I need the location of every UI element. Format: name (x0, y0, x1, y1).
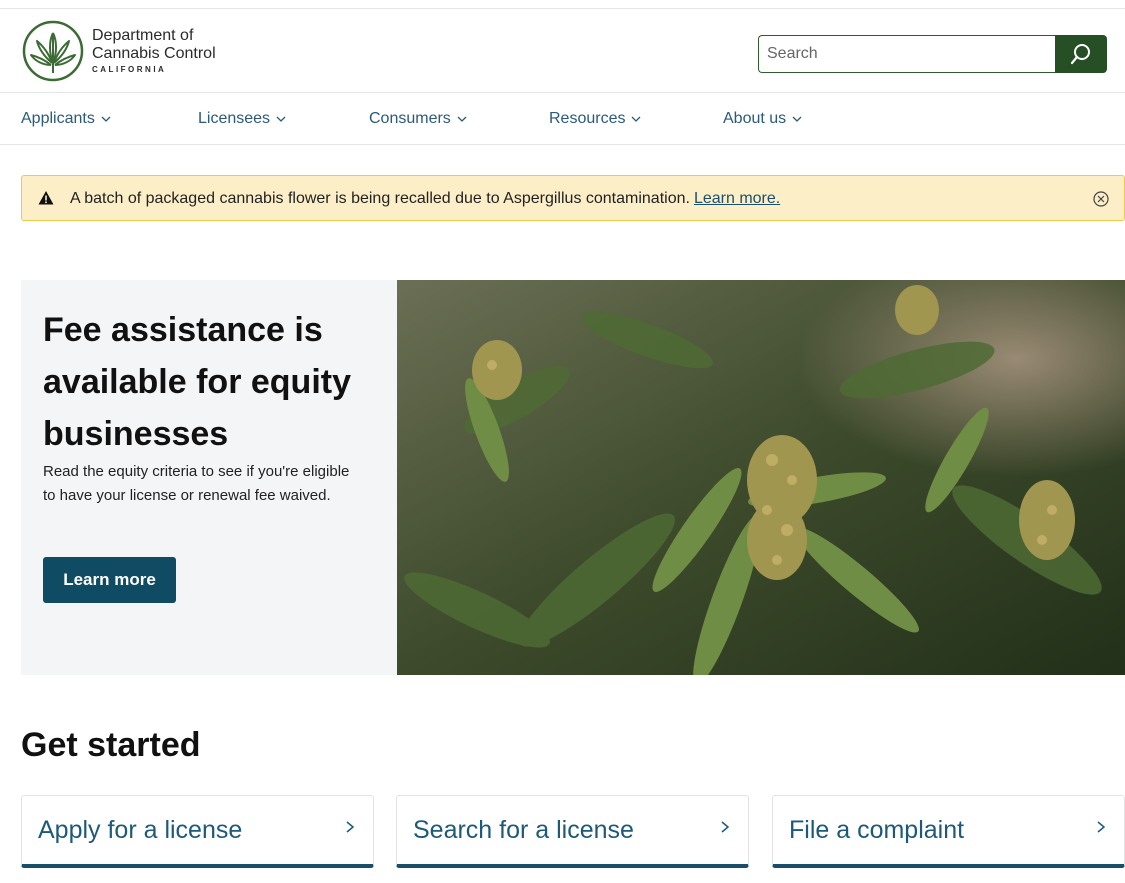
chevron-down-icon (276, 116, 286, 122)
chevron-down-icon (101, 116, 111, 122)
chevron-right-icon (346, 821, 355, 833)
alert-message-text: A batch of packaged cannabis flower is b… (70, 190, 690, 207)
cannabis-plants-image (397, 280, 1125, 675)
card-apply-for-license[interactable]: Apply for a license (21, 795, 374, 868)
nav-item-applicants[interactable]: Applicants (21, 110, 111, 128)
search-icon (1070, 44, 1090, 65)
hero-learn-more-button[interactable]: Learn more (43, 557, 176, 603)
nav-item-resources[interactable]: Resources (549, 110, 641, 128)
get-started-heading: Get started (21, 726, 201, 764)
chevron-down-icon (792, 116, 802, 122)
nav-item-licensees[interactable]: Licensees (198, 110, 286, 128)
search-bar (758, 35, 1107, 73)
hero-section: Fee assistance is available for equity b… (21, 280, 1125, 675)
alert-learn-more-link[interactable]: Learn more. (694, 190, 780, 207)
site-header: Department of Cannabis Control CALIFORNI… (0, 9, 1125, 93)
nav-item-label: Licensees (198, 110, 271, 127)
close-icon[interactable] (1092, 190, 1110, 208)
hero-text-panel: Fee assistance is available for equity b… (21, 280, 397, 675)
card-label: Search for a license (413, 816, 634, 844)
nav-item-consumers[interactable]: Consumers (369, 110, 467, 128)
recall-alert-banner: A batch of packaged cannabis flower is b… (21, 175, 1125, 221)
main-nav: Applicants Licensees Consumers Resources… (0, 93, 1125, 145)
chevron-down-icon (632, 116, 641, 122)
logo-text-line2: Cannabis Control (92, 44, 216, 62)
card-label: Apply for a license (38, 816, 243, 844)
search-button[interactable] (1055, 35, 1107, 73)
chevron-right-icon (1097, 821, 1106, 833)
nav-item-label: About us (723, 110, 787, 127)
alert-message: A batch of packaged cannabis flower is b… (70, 190, 780, 208)
logo-text-state: CALIFORNIA (92, 64, 167, 74)
nav-item-label: Consumers (369, 110, 451, 127)
logo-text-line1: Department of (92, 26, 194, 44)
nav-item-about-us[interactable]: About us (723, 110, 802, 128)
hero-title: Fee assistance is available for equity b… (43, 311, 351, 453)
card-file-complaint[interactable]: File a complaint (772, 795, 1125, 868)
chevron-down-icon (457, 116, 467, 122)
card-search-for-license[interactable]: Search for a license (396, 795, 749, 868)
nav-item-label: Applicants (21, 110, 95, 127)
cannabis-leaf-logo-icon (22, 20, 84, 82)
hero-description: Read the equity criteria to see if you'r… (43, 463, 350, 504)
nav-divider (0, 144, 1125, 145)
warning-icon (38, 191, 54, 205)
search-input[interactable] (758, 35, 1055, 73)
chevron-right-icon (721, 821, 730, 833)
card-label: File a complaint (789, 816, 965, 844)
nav-item-label: Resources (549, 110, 626, 127)
site-logo[interactable]: Department of Cannabis Control CALIFORNI… (21, 19, 216, 83)
